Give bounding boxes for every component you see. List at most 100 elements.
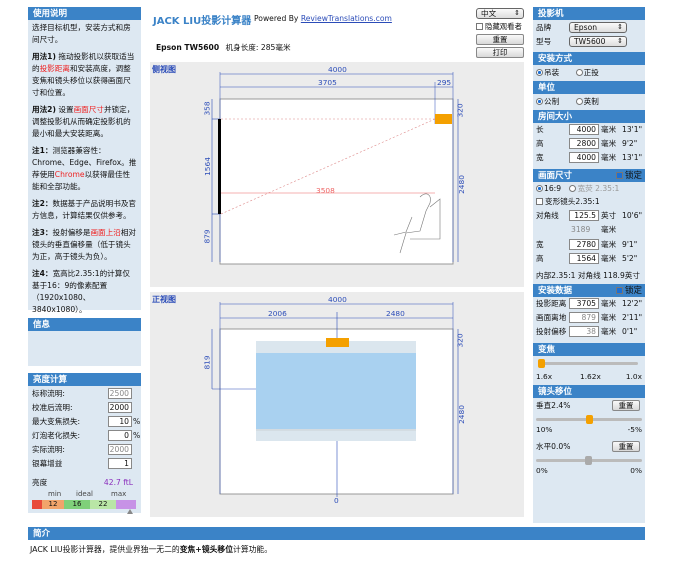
note-2: 注2：数据基于产品说明书及官方信息，计算结果仅供参考。	[32, 199, 137, 220]
language-select[interactable]: 中文	[476, 8, 524, 19]
brightness-value: 42.7 ftL	[103, 478, 133, 487]
screen-input[interactable]: 1564	[569, 253, 599, 264]
brand-label: 品牌	[536, 23, 552, 32]
bright-label: 标称流明:	[32, 389, 65, 398]
room-row: 高 2800 毫米 9'2"	[536, 138, 642, 150]
screen-row: 宽 2780 毫米 9'1"	[536, 239, 642, 251]
install-input[interactable]: 38	[569, 326, 599, 337]
brand-select[interactable]: Epson	[569, 22, 627, 33]
room-unit: 毫米	[601, 153, 617, 162]
screen-unit: 毫米	[601, 254, 617, 263]
bar-min-label: min	[48, 490, 62, 498]
screen-label: 宽	[536, 240, 544, 249]
screen-lock[interactable]: 锁定	[615, 171, 642, 181]
vshift-knob[interactable]	[586, 415, 593, 424]
inner-235-label: 内部2.35:1 对角线	[536, 271, 601, 280]
side-dim-right: 2480	[456, 175, 466, 194]
floor-option[interactable]: 正投	[575, 68, 599, 77]
front-view: 正视图 4000 2006 2480 819 320 2480 0	[150, 292, 524, 517]
install-imperial: 12'2"	[622, 299, 643, 308]
room-imperial: 13'1"	[622, 153, 643, 162]
bright-input[interactable]: 10	[108, 416, 132, 427]
powered-label: Powered By	[254, 14, 299, 23]
vshift-reset-button[interactable]: 重置	[612, 400, 640, 411]
room-unit: 毫米	[601, 125, 617, 134]
brightness-bar: 12 16 22	[32, 500, 137, 509]
intro-text: JACK LIU投影计算器，提供业界独一无二的变焦+镜头移位计算功能。	[30, 544, 272, 555]
projector-side[interactable]	[435, 114, 452, 124]
bright-input[interactable]: 2000	[108, 444, 132, 455]
room-label: 宽	[536, 153, 544, 162]
bright-input[interactable]: 0	[108, 430, 132, 441]
install-unit: 毫米	[601, 313, 617, 322]
powered-link[interactable]: ReviewTranslations.com	[301, 14, 392, 23]
install-imperial: 2'11"	[622, 313, 643, 322]
bright-label: 灯泡老化损失:	[32, 431, 81, 440]
bar-max-label: max	[111, 490, 127, 498]
room-input[interactable]: 4000	[569, 152, 599, 163]
install-input[interactable]: 3705	[569, 298, 599, 309]
diag-input[interactable]: 125.5	[569, 210, 599, 221]
anamorphic-option[interactable]: 变形镜头2.35:1	[536, 196, 642, 208]
bright-input[interactable]: 2000	[108, 402, 132, 413]
bright-label: 银幕增益	[32, 459, 63, 468]
ratio-235-option[interactable]: 宽荧 2.35:1	[569, 184, 619, 193]
bright-label: 最大变焦损失:	[32, 417, 81, 426]
diag-mm: 3189	[571, 225, 591, 234]
zoom-knob[interactable]	[538, 359, 545, 368]
screen-input[interactable]: 2780	[569, 239, 599, 250]
hshift-knob[interactable]	[585, 456, 592, 465]
front-dim-left: 2006	[268, 309, 287, 318]
room-row: 宽 4000 毫米 13'1"	[536, 152, 642, 164]
intro-text-b: 变焦+镜头移位	[179, 545, 234, 554]
usage-panel: 使用说明 选择目标机型，安装方式和房间尺寸。 用法1) 拖动投影机以获取适当的投…	[28, 7, 141, 314]
imperial-option[interactable]: 英制	[575, 97, 599, 106]
front-dim-total: 4000	[328, 295, 347, 304]
print-button[interactable]: 打印	[476, 47, 524, 58]
side-dim-bot: 879	[202, 229, 212, 244]
vshift-slider[interactable]	[536, 414, 642, 424]
zoom-slider[interactable]	[536, 358, 642, 370]
diag-row: 对角线 125.5 英寸 10'6"	[536, 210, 642, 222]
room-input[interactable]: 4000	[569, 124, 599, 135]
zoom-max: 1.0x	[625, 372, 642, 381]
intro-text-c: 计算功能。	[233, 545, 273, 554]
zoom-current: 1.62x	[580, 372, 601, 381]
room-unit: 毫米	[601, 139, 617, 148]
hshift-reset-button[interactable]: 重置	[612, 441, 640, 452]
model-row: 型号 TW5600	[536, 36, 642, 48]
install-unit: 毫米	[601, 299, 617, 308]
hshift-slider[interactable]	[536, 455, 642, 465]
ratio-options: 16:9 宽荧 2.35:1	[536, 183, 642, 195]
vshift-range: 10% -5%	[536, 425, 642, 436]
model-select[interactable]: TW5600	[569, 36, 627, 47]
diag-label: 对角线	[536, 211, 559, 220]
bright-input[interactable]: 1	[108, 458, 132, 469]
vshift-label: 垂直2.4%	[536, 401, 571, 410]
vshift-min: 10%	[536, 425, 553, 434]
room-input[interactable]: 2800	[569, 138, 599, 149]
install-label: 画面离地	[536, 313, 567, 322]
side-dim-a: 3705	[318, 78, 337, 87]
metric-option[interactable]: 公制	[536, 97, 559, 106]
bright-row: 灯泡老化损失: 0%	[32, 430, 140, 442]
hide-viewer-checkbox[interactable]	[476, 23, 483, 30]
ratio-169-option[interactable]: 16:9	[536, 184, 561, 193]
install-lock[interactable]: 锁定	[615, 286, 642, 296]
reset-button[interactable]: 重置	[476, 34, 524, 45]
bright-row: 标称流明: 2500	[32, 388, 137, 400]
bright-input[interactable]: 2500	[108, 388, 132, 399]
bright-row: 最大变焦损失: 10%	[32, 416, 140, 428]
ceiling-option[interactable]: 吊装	[536, 68, 559, 77]
front-dim-right: 2480	[456, 405, 466, 424]
diag-mm-row: 3189 毫米	[536, 224, 642, 236]
hide-viewer-toggle[interactable]: 隐藏观看者	[476, 21, 522, 32]
hide-viewer-label: 隐藏观看者	[485, 22, 522, 31]
bar-max-value: 22	[90, 500, 116, 509]
powered-by: Powered By ReviewTranslations.com	[254, 14, 392, 23]
install-row: 投射偏移 38 毫米 0'1"	[536, 326, 642, 338]
projector-front[interactable]	[326, 338, 349, 347]
screen-row: 高 1564 毫米 5'2"	[536, 253, 642, 265]
side-dim-total: 4000	[328, 65, 347, 74]
install-input[interactable]: 879	[569, 312, 599, 323]
